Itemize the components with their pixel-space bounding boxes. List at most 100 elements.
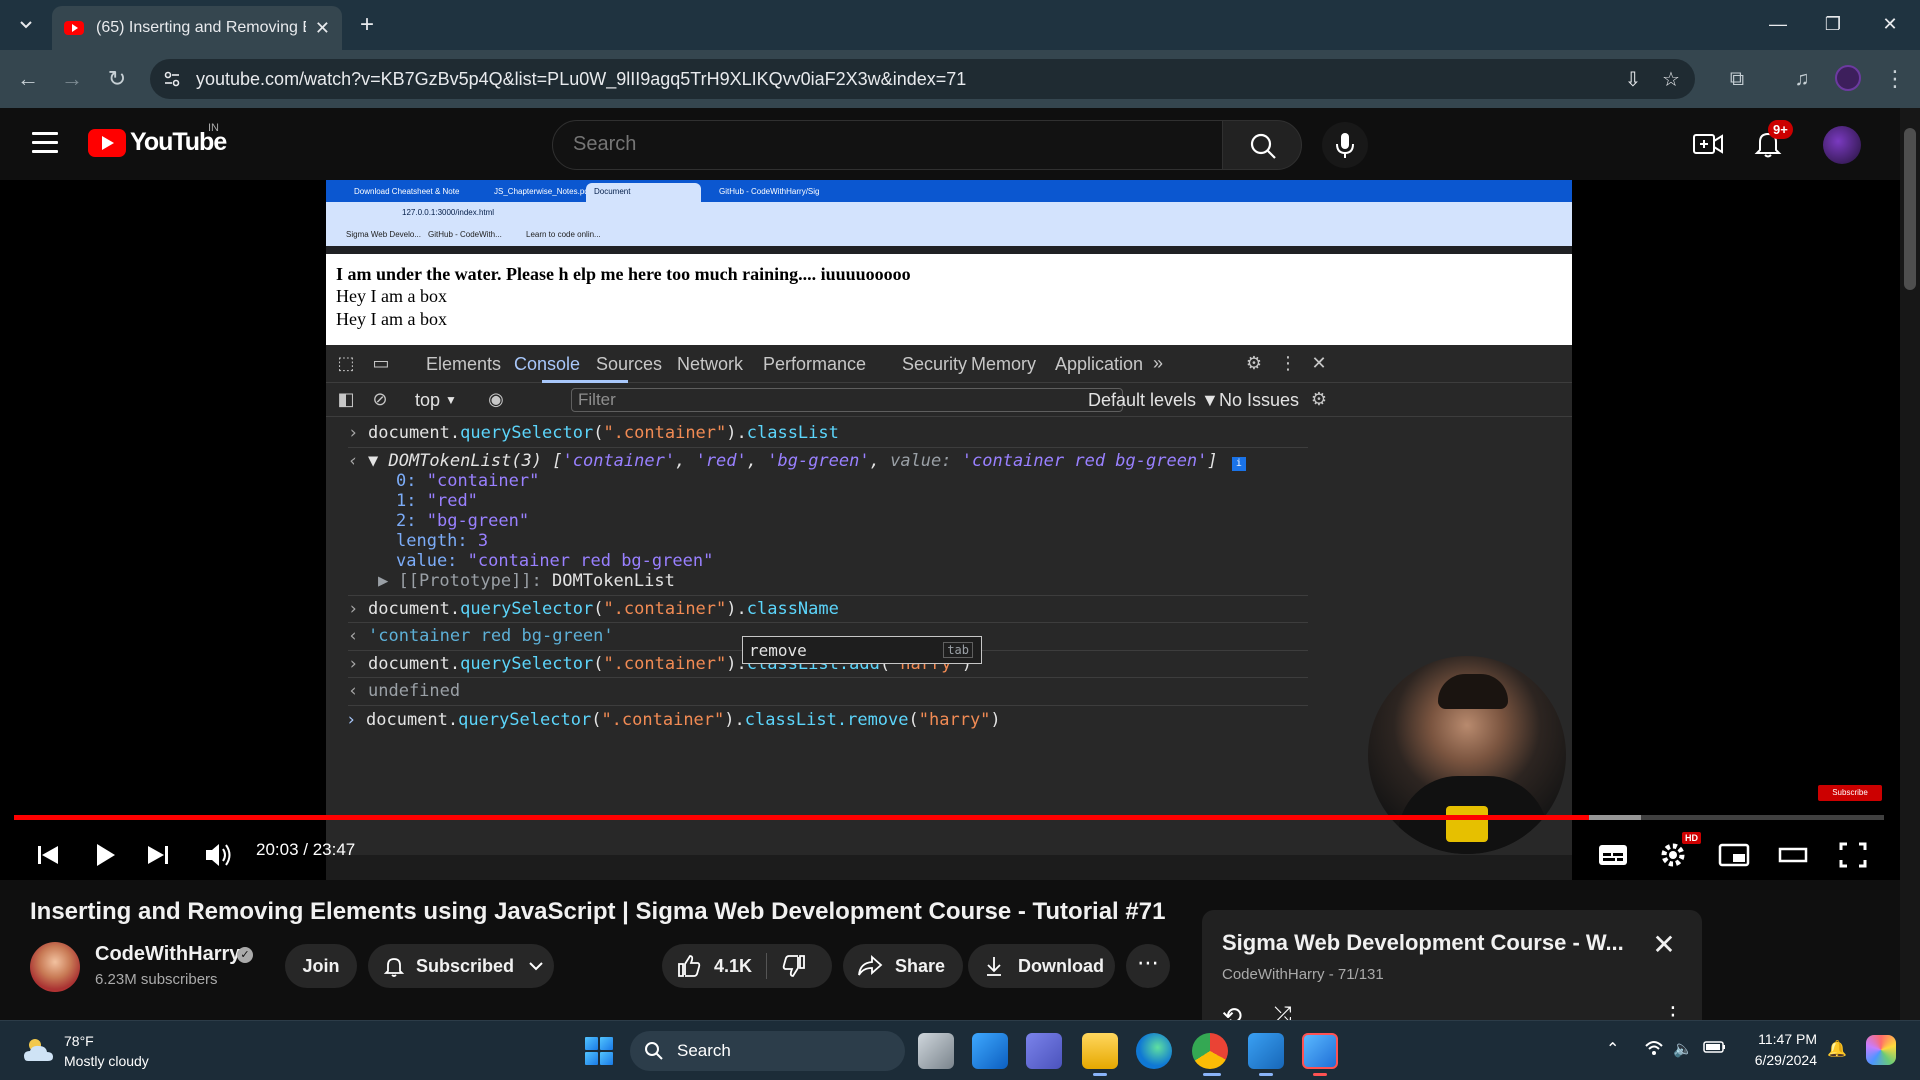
devtools-tab-network: Network	[677, 354, 744, 374]
log-levels-dropdown: Default levels ▼	[1088, 390, 1219, 410]
weather-condition[interactable]: Mostly cloudy	[64, 1053, 149, 1069]
console-entry: 1: "red"	[396, 491, 478, 511]
console-entry: length: 3	[396, 531, 489, 551]
subscribe-watermark[interactable]: Subscribe	[1818, 785, 1882, 801]
youtube-logo[interactable]: YouTube IN	[88, 122, 227, 157]
url-text[interactable]: youtube.com/watch?v=KB7GzBv5p4Q&list=PLu…	[196, 69, 966, 90]
playlist-close-icon[interactable]: ✕	[1652, 931, 1676, 959]
teams-icon[interactable]	[1026, 1033, 1062, 1069]
console-settings-icon: ⚙	[1310, 389, 1328, 409]
recorded-tab: GitHub - CodeWithHarry/Sig	[719, 187, 820, 196]
video-player[interactable]: Download Cheatsheet & Note JS_Chapterwis…	[0, 180, 1900, 880]
presenter-webcam	[1368, 656, 1566, 854]
subtitles-icon[interactable]	[1598, 838, 1628, 872]
wifi-icon[interactable]	[1644, 1039, 1664, 1062]
copilot-icon[interactable]	[1866, 1035, 1896, 1065]
recorded-tab: Download Cheatsheet & Note	[354, 187, 460, 196]
task-view-icon[interactable]	[918, 1033, 954, 1069]
thumbs-down-icon[interactable]	[781, 953, 807, 979]
running-indicator	[1203, 1073, 1221, 1076]
console-divider	[348, 447, 1308, 448]
reload-icon[interactable]: ↻	[102, 64, 132, 94]
issues-counter: No Issues	[1219, 390, 1300, 410]
devtools-menu-icon: ⋮	[1279, 353, 1297, 373]
screen-recorder-icon[interactable]	[1302, 1033, 1338, 1069]
media-controls-icon[interactable]: ♫	[1787, 64, 1817, 94]
notification-bell-icon[interactable]: 🔔	[1827, 1039, 1847, 1059]
microsoft-store-icon[interactable]	[972, 1033, 1008, 1069]
join-button[interactable]: Join	[285, 944, 357, 988]
search-box[interactable]	[552, 120, 1224, 170]
browser-tab-active[interactable]: (65) Inserting and Removing Ele ✕	[52, 6, 342, 50]
file-explorer-icon[interactable]	[1082, 1033, 1118, 1069]
running-indicator	[1093, 1073, 1107, 1076]
channel-name[interactable]: CodeWithHarry	[95, 943, 240, 966]
windows-taskbar: 78°F Mostly cloudy Search ⌃ 🔈 11:47 PM 6…	[0, 1020, 1920, 1080]
chrome-menu-icon[interactable]: ⋮	[1880, 64, 1910, 94]
live-expression-eye-icon: ◉	[488, 389, 504, 409]
fullscreen-icon[interactable]	[1838, 838, 1868, 872]
address-bar[interactable]: youtube.com/watch?v=KB7GzBv5p4Q&list=PLu…	[150, 59, 1695, 99]
recorded-taskbar	[326, 855, 1572, 880]
play-icon[interactable]	[93, 838, 117, 872]
chrome-icon[interactable]	[1192, 1033, 1228, 1069]
bookmark-star-icon[interactable]: ☆	[1658, 67, 1684, 93]
browser-toolbar: ← → ↻ youtube.com/watch?v=KB7GzBv5p4Q&li…	[0, 50, 1920, 108]
create-video-icon[interactable]	[1692, 130, 1724, 158]
voice-search-button[interactable]	[1322, 122, 1368, 168]
back-arrow-icon[interactable]: ←	[13, 64, 43, 94]
install-app-icon[interactable]: ⇩	[1620, 67, 1646, 93]
scrollbar-thumb[interactable]	[1904, 128, 1916, 290]
browser-tab-strip: (65) Inserting and Removing Ele ✕ + — ❐ …	[0, 0, 1920, 50]
edge-icon[interactable]	[1136, 1033, 1172, 1069]
download-button[interactable]: Download	[968, 944, 1115, 988]
clock-date[interactable]: 6/29/2024	[1743, 1052, 1817, 1068]
console-divider	[348, 595, 1308, 596]
weather-cloud-icon[interactable]	[22, 1035, 56, 1065]
vscode-icon[interactable]	[1248, 1033, 1284, 1069]
console-command: › document.querySelector(".container").cl…	[348, 423, 839, 443]
minimize-button[interactable]: —	[1758, 8, 1798, 40]
more-actions-icon[interactable]: ⋯	[1126, 944, 1170, 988]
page-scrollbar[interactable]	[1900, 108, 1920, 1020]
volume-icon[interactable]	[204, 838, 234, 872]
weather-temperature[interactable]: 78°F	[64, 1033, 94, 1049]
restore-button[interactable]: ❐	[1813, 8, 1853, 40]
taskbar-search[interactable]: Search	[630, 1031, 905, 1071]
search-input[interactable]	[573, 133, 1173, 156]
menu-icon[interactable]	[32, 132, 58, 154]
account-avatar[interactable]	[1823, 126, 1861, 164]
devtools-tab-sources: Sources	[596, 354, 663, 374]
battery-icon[interactable]	[1703, 1039, 1727, 1060]
verified-check-icon: ✓	[237, 947, 253, 963]
playlist-subtitle[interactable]: CodeWithHarry - 71/131	[1222, 966, 1384, 983]
previous-video-icon[interactable]	[36, 838, 60, 872]
clock-time[interactable]: 11:47 PM	[1753, 1031, 1817, 1047]
channel-avatar[interactable]	[30, 942, 80, 992]
playlist-title[interactable]: Sigma Web Development Course - W...	[1222, 930, 1624, 956]
tab-search-button[interactable]	[10, 10, 42, 40]
theater-mode-icon[interactable]	[1778, 838, 1808, 872]
like-button[interactable]: 4.1K	[676, 953, 752, 979]
share-button[interactable]: Share	[843, 944, 963, 988]
country-code: IN	[208, 122, 219, 134]
sidebar-toggle-icon: ◧	[337, 389, 355, 409]
forward-arrow-icon[interactable]: →	[57, 64, 87, 94]
microphone-icon	[1336, 133, 1354, 158]
close-window-button[interactable]: ✕	[1870, 8, 1910, 40]
next-video-icon[interactable]	[146, 838, 170, 872]
search-button[interactable]	[1222, 120, 1302, 170]
subscribed-button[interactable]: Subscribed	[368, 944, 554, 988]
show-hidden-icons-chevron[interactable]: ⌃	[1606, 1039, 1619, 1059]
tab-close-icon[interactable]: ✕	[315, 18, 330, 39]
windows-start-icon[interactable]	[585, 1037, 613, 1065]
speaker-icon[interactable]: 🔈	[1673, 1039, 1693, 1059]
extensions-icon[interactable]: ⧉	[1722, 64, 1752, 94]
subscribed-label: Subscribed	[416, 955, 515, 976]
search-icon	[1250, 133, 1276, 159]
new-tab-button[interactable]: +	[352, 10, 382, 40]
site-info-icon[interactable]	[162, 69, 182, 89]
miniplayer-icon[interactable]	[1718, 838, 1750, 872]
progress-bar[interactable]	[14, 815, 1884, 820]
profile-avatar[interactable]	[1835, 65, 1861, 91]
